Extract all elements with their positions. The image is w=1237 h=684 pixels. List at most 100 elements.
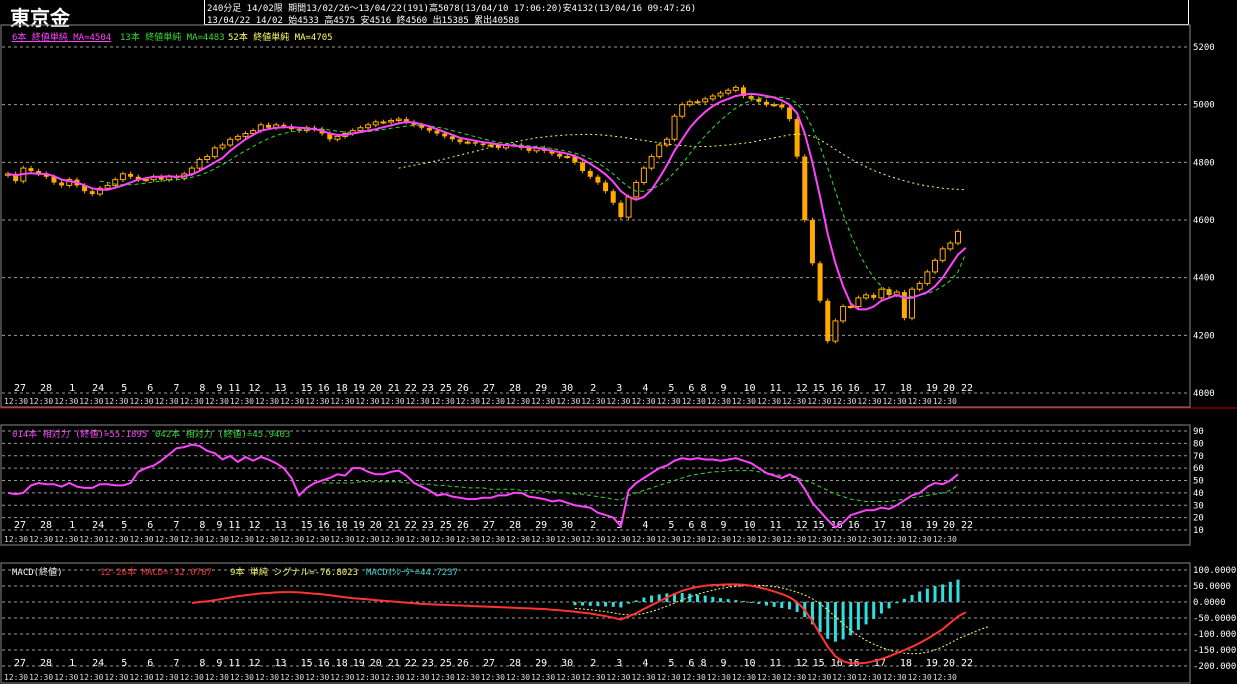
candle-body-up [924, 271, 931, 284]
x-axis-label: 10 [744, 383, 756, 394]
candle-body-up [832, 320, 839, 342]
candle-body-up [357, 127, 364, 132]
candle-body-down [281, 124, 287, 127]
time-label: 12:30 [732, 535, 756, 544]
candle-body-up [104, 184, 111, 189]
x-axis-label: 5 [668, 658, 674, 669]
time-label: 12:30 [130, 673, 154, 682]
candle-body-down [128, 173, 134, 177]
x-axis-label: 6 [147, 520, 153, 531]
time-label: 12:30 [381, 535, 405, 544]
time-label: 12:30 [54, 535, 78, 544]
time-label: 12:30 [782, 673, 806, 682]
time-label: 12:30 [581, 535, 605, 544]
rsi-ytick-label: 10 [1193, 526, 1204, 536]
candle-body-down [89, 191, 95, 195]
x-axis-label: 15 [301, 658, 313, 669]
candle-body-up [564, 156, 571, 159]
candle-body-up [671, 115, 678, 140]
candle-body-up [947, 242, 954, 250]
macd-ytick-label: -50.0000 [1193, 614, 1236, 624]
time-label: 12:30 [155, 535, 179, 544]
time-label: 12:30 [155, 397, 179, 406]
time-label: 12:30 [255, 673, 279, 682]
price-ytick-label: 4200 [1193, 331, 1215, 341]
rsi-ytick-label: 90 [1193, 427, 1204, 437]
time-label: 12:30 [632, 535, 656, 544]
candle-body-up [679, 104, 686, 117]
candle-body-up [855, 297, 862, 308]
x-axis-label: 7 [173, 658, 179, 669]
candle-body-down [472, 142, 478, 144]
time-label: 12:30 [381, 397, 405, 406]
candle-body-up [648, 156, 655, 169]
candle-body-up [640, 167, 647, 184]
oscillator-bar [726, 599, 730, 602]
candle-body-up [204, 156, 211, 160]
x-axis-label: 22 [405, 383, 417, 394]
candle-body-down [434, 130, 440, 134]
candle-body-up [709, 95, 716, 100]
time-label: 12:30 [431, 535, 455, 544]
macd-ytick-label: -150.0000 [1193, 646, 1237, 656]
x-axis-label: 29 [535, 383, 547, 394]
x-axis-label: 9 [720, 658, 726, 669]
candle-body-down [557, 153, 563, 157]
candle-body-up [771, 104, 778, 107]
oscillator-bar [849, 602, 853, 636]
x-axis-label: 12 [796, 520, 808, 531]
x-axis-label: 2 [590, 658, 596, 669]
x-axis-label: 26 [457, 658, 469, 669]
x-axis-label: 8 [199, 383, 205, 394]
x-axis-label: 20 22 [943, 658, 973, 669]
candle-body-down [28, 168, 34, 171]
time-label: 12:30 [832, 535, 856, 544]
candle-body-down [809, 220, 815, 264]
time-label: 12:30 [857, 397, 881, 406]
time-label: 12:30 [180, 673, 204, 682]
x-axis-label: 3 [616, 383, 622, 394]
candle-body-up [119, 173, 126, 181]
x-axis-label: 30 [561, 520, 573, 531]
time-label: 12:30 [506, 673, 530, 682]
x-axis-label: 20 21 [370, 658, 400, 669]
time-label: 12:30 [857, 535, 881, 544]
x-axis-label: 28 [509, 520, 521, 531]
oscillator-bar [764, 602, 768, 606]
x-axis-label: 2 [590, 520, 596, 531]
candle-body-down [618, 202, 624, 218]
x-axis-label: 28 [509, 658, 521, 669]
time-label: 12:30 [481, 397, 505, 406]
x-axis-label: 6 [147, 383, 153, 394]
time-label: 12:30 [757, 397, 781, 406]
oscillator-bar [895, 602, 899, 604]
candle-body-down [265, 124, 271, 128]
x-axis-label: 11 [770, 658, 782, 669]
time-label: 12:30 [531, 397, 555, 406]
oscillator-bar [918, 591, 922, 602]
rsi-ytick-label: 20 [1193, 514, 1204, 524]
oscillator-bar [841, 602, 845, 640]
time-label: 12:30 [757, 535, 781, 544]
oscillator-bar [711, 596, 715, 602]
oscillator-bar [734, 600, 738, 602]
price-ytick-label: 5200 [1193, 43, 1215, 53]
oscillator-bar [933, 586, 937, 602]
x-axis-label: 19 [926, 520, 938, 531]
time-label: 12:30 [355, 673, 379, 682]
oscillator-bar [757, 602, 761, 604]
oscillator-bar [879, 602, 883, 614]
x-axis-label: 12 [796, 383, 808, 394]
time-label: 12:30 [481, 535, 505, 544]
macd-ytick-label: -100.0000 [1193, 630, 1237, 640]
candle-body-up [388, 120, 395, 123]
time-label: 12:30 [180, 397, 204, 406]
candle-body-up [142, 179, 149, 182]
oscillator-bar [910, 594, 914, 602]
oscillator-bar [634, 600, 638, 602]
candle-body-up [878, 288, 885, 299]
rsi-ytick-label: 30 [1193, 501, 1204, 511]
time-label: 12:30 [230, 673, 254, 682]
candle-body-down [779, 104, 785, 108]
oscillator-bar [902, 598, 906, 602]
